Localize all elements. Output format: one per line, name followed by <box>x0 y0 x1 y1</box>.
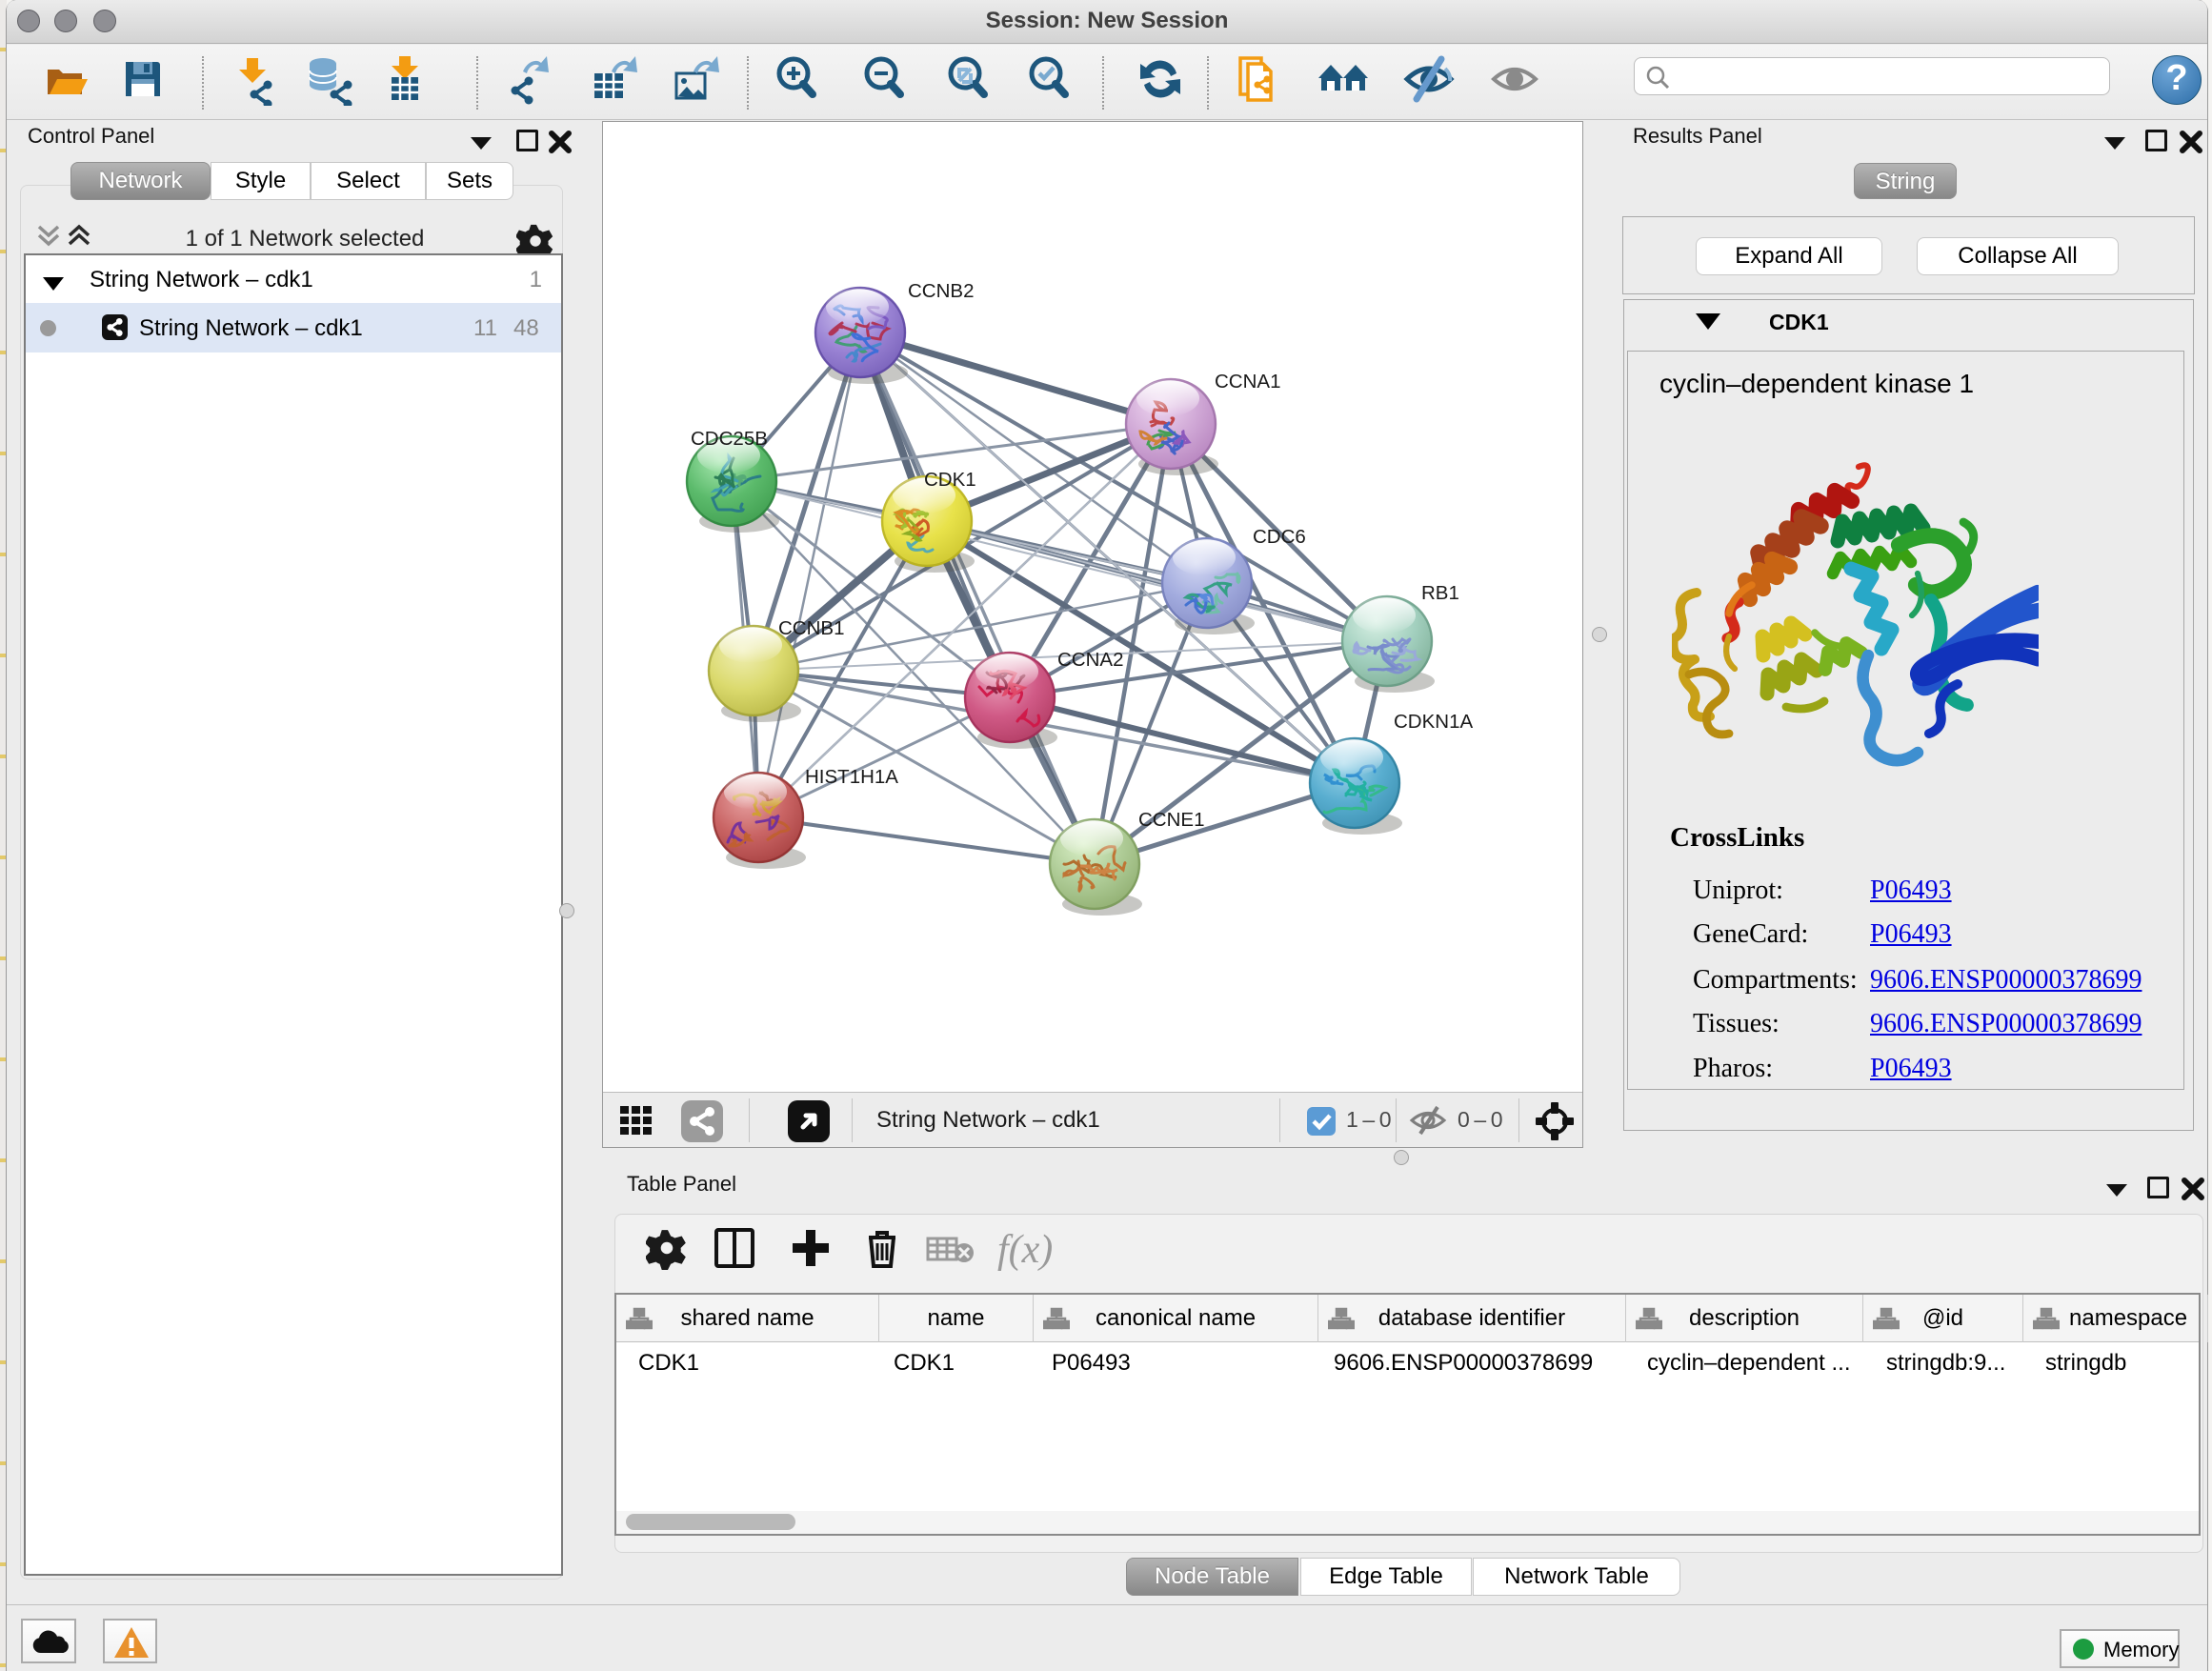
svg-text:HIST1H1A: HIST1H1A <box>805 766 898 788</box>
svg-text:CDC25B: CDC25B <box>691 428 768 450</box>
svg-text:RB1: RB1 <box>1421 582 1459 604</box>
svg-text:CDC6: CDC6 <box>1253 526 1306 548</box>
svg-text:CDK1: CDK1 <box>924 469 976 491</box>
svg-text:CCNA2: CCNA2 <box>1057 649 1124 671</box>
svg-text:CCNB1: CCNB1 <box>778 617 845 639</box>
svg-text:CCNB2: CCNB2 <box>908 280 975 302</box>
svg-text:CCNA1: CCNA1 <box>1215 371 1281 393</box>
svg-text:CDKN1A: CDKN1A <box>1394 711 1473 733</box>
svg-text:CCNE1: CCNE1 <box>1138 809 1205 831</box>
